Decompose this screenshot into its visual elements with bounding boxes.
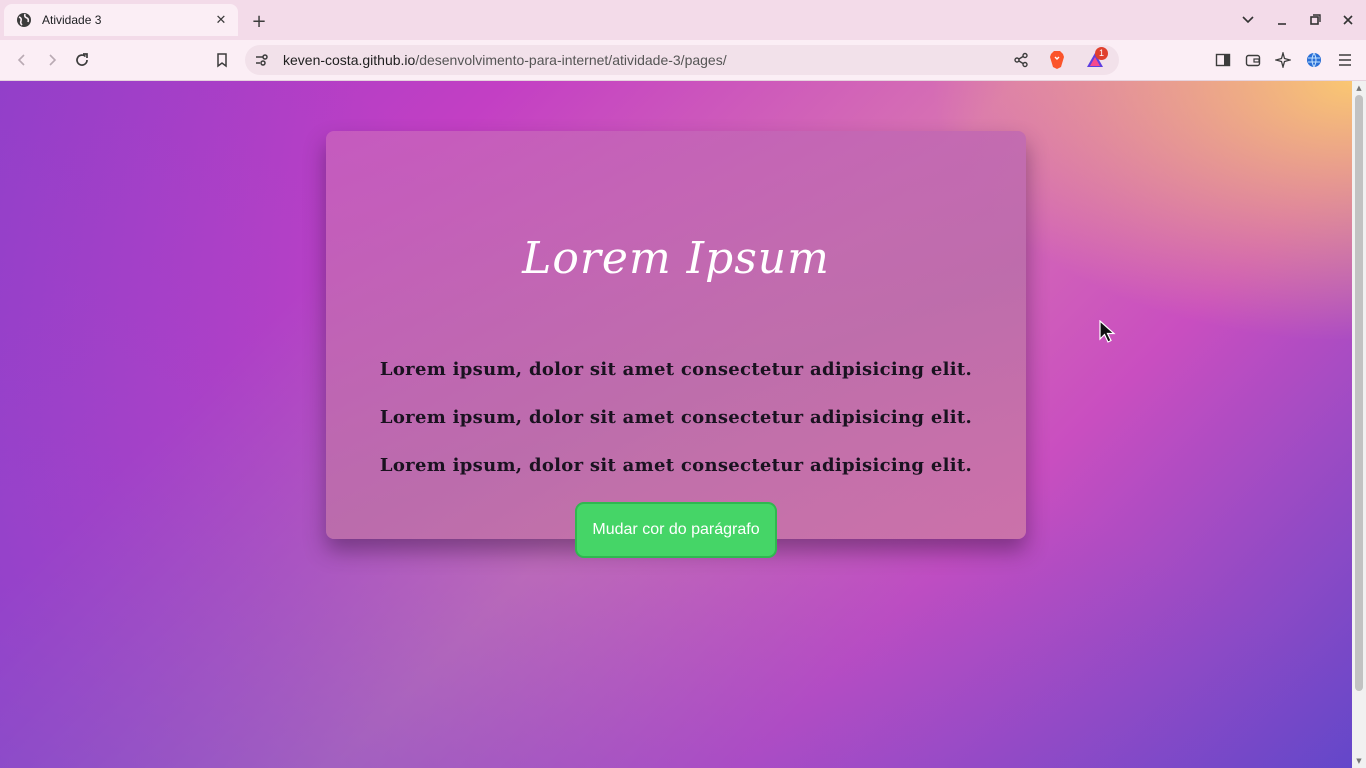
url-path: /desenvolvimento-para-internet/atividade… (415, 52, 727, 68)
wallet-icon[interactable] (1242, 49, 1264, 71)
site-settings-icon[interactable] (251, 49, 273, 71)
paragraph: Lorem ipsum, dolor sit amet consectetur … (379, 359, 973, 380)
scroll-up-icon[interactable]: ▲ (1355, 84, 1363, 92)
sidebar-icon[interactable] (1212, 49, 1234, 71)
page-title: Lorem Ipsum (522, 233, 830, 284)
page-scrollbar[interactable]: ▲ ▼ (1352, 81, 1366, 768)
change-paragraph-color-button[interactable]: Mudar cor do parágrafo (575, 502, 777, 558)
scrollbar-thumb[interactable] (1355, 95, 1363, 691)
close-window-icon[interactable] (1338, 10, 1358, 30)
share-icon[interactable] (1010, 49, 1032, 71)
tab-search-icon[interactable] (1238, 10, 1258, 30)
tab-title: Atividade 3 (42, 13, 102, 27)
bookmark-icon[interactable] (211, 49, 233, 71)
back-icon[interactable] (11, 49, 33, 71)
rewards-badge: 1 (1095, 47, 1108, 60)
close-tab-icon[interactable]: ✕ (212, 11, 230, 29)
forward-icon[interactable] (41, 49, 63, 71)
browser-toolbar: keven-costa.github.io/desenvolvimento-pa… (0, 40, 1366, 81)
scroll-down-icon[interactable]: ▼ (1355, 757, 1363, 765)
browser-tab[interactable]: Atividade 3 ✕ (4, 4, 238, 36)
globe-icon (16, 12, 32, 28)
vpn-globe-icon[interactable] (1303, 49, 1325, 71)
brave-shields-icon[interactable] (1046, 49, 1068, 71)
minimize-icon[interactable] (1272, 10, 1292, 30)
new-tab-button[interactable]: + (248, 10, 270, 32)
tab-strip: Atividade 3 ✕ + (0, 0, 1366, 40)
paragraph: Lorem ipsum, dolor sit amet consectetur … (379, 407, 973, 428)
paragraph: Lorem ipsum, dolor sit amet consectetur … (379, 455, 973, 476)
content-card: Lorem Ipsum Lorem ipsum, dolor sit amet … (326, 131, 1026, 558)
brave-rewards-icon[interactable]: 1 (1081, 47, 1109, 71)
menu-icon[interactable] (1334, 49, 1356, 71)
maximize-icon[interactable] (1305, 10, 1325, 30)
leo-ai-icon[interactable] (1272, 49, 1294, 71)
page-viewport: Lorem Ipsum Lorem ipsum, dolor sit amet … (0, 81, 1352, 768)
reload-icon[interactable] (71, 49, 93, 71)
mouse-cursor-icon (1099, 320, 1116, 343)
url-text: keven-costa.github.io/desenvolvimento-pa… (283, 52, 727, 68)
address-bar[interactable]: keven-costa.github.io/desenvolvimento-pa… (245, 45, 1119, 75)
url-host: keven-costa.github.io (283, 52, 416, 68)
